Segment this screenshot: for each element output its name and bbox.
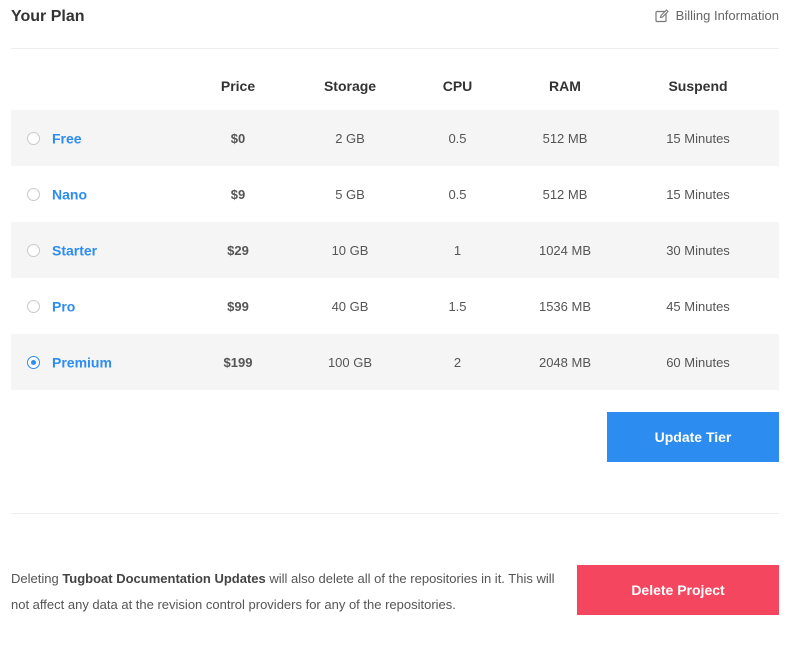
- tier-name[interactable]: Premium: [52, 354, 112, 370]
- column-header-cpu: CPU: [442, 78, 473, 94]
- cpu-cell: 2: [402, 334, 513, 390]
- delete-warning-prefix: Deleting: [11, 571, 63, 586]
- storage-cell: 5 GB: [335, 186, 365, 202]
- tier-name[interactable]: Nano: [52, 186, 87, 202]
- plan-row-starter[interactable]: Starter $29 10 GB 1 1024 MB 30 Minutes: [11, 222, 779, 278]
- ram-cell: 512 MB: [542, 186, 588, 202]
- tier-radio[interactable]: [27, 299, 40, 313]
- tier-name[interactable]: Pro: [52, 298, 75, 314]
- suspend-cell: 15 Minutes: [617, 110, 779, 166]
- billing-information-link[interactable]: Billing Information: [655, 8, 779, 23]
- billing-link-label: Billing Information: [675, 8, 779, 23]
- column-header-suspend: Suspend: [668, 78, 728, 94]
- suspend-cell: 30 Minutes: [617, 222, 779, 278]
- ram-cell: 1536 MB: [538, 298, 592, 314]
- edit-icon: [655, 8, 669, 23]
- tier-radio[interactable]: [27, 131, 40, 145]
- storage-cell: 2 GB: [298, 110, 402, 166]
- delete-warning-text: Deleting Tugboat Documentation Updates w…: [11, 566, 556, 618]
- plan-row-free[interactable]: Free $0 2 GB 0.5 512 MB 15 Minutes: [11, 110, 779, 166]
- tier-cell: Nano: [11, 166, 178, 222]
- plan-row-premium[interactable]: Premium $199 100 GB 2 2048 MB 60 Minutes: [11, 334, 779, 390]
- price-cell: $9: [230, 186, 246, 202]
- tier-cell: Premium: [11, 334, 178, 390]
- column-header-tier: [11, 62, 178, 110]
- ram-cell: 1024 MB: [513, 222, 617, 278]
- column-header-ram: RAM: [549, 78, 581, 94]
- price-cell: $199: [178, 334, 298, 390]
- column-header-storage: Storage: [323, 78, 377, 94]
- plans-table: Price Storage CPU RAM Suspend Free $0 2 GB…: [11, 62, 779, 390]
- tier-radio[interactable]: [27, 355, 40, 369]
- storage-cell: 10 GB: [298, 222, 402, 278]
- suspend-cell: 45 Minutes: [666, 298, 730, 314]
- suspend-cell: 15 Minutes: [666, 186, 730, 202]
- delete-project-button[interactable]: Delete Project: [577, 565, 779, 615]
- table-header-row: Price Storage CPU RAM Suspend: [11, 62, 779, 110]
- price-cell: $99: [227, 298, 249, 314]
- tier-cell: Free: [11, 110, 178, 166]
- tier-radio[interactable]: [27, 187, 40, 201]
- suspend-cell: 60 Minutes: [617, 334, 779, 390]
- storage-cell: 40 GB: [331, 298, 369, 314]
- cpu-cell: 1: [402, 222, 513, 278]
- cpu-cell: 1.5: [448, 298, 467, 314]
- project-name: Tugboat Documentation Updates: [62, 571, 266, 586]
- section-divider: [11, 513, 779, 514]
- plan-header: Your Plan Billing Information: [11, 0, 779, 49]
- cpu-cell: 0.5: [448, 186, 467, 202]
- tier-cell: Starter: [11, 222, 178, 278]
- plan-row-nano[interactable]: Nano $9 5 GB 0.5 512 MB 15 Minutes: [11, 166, 779, 222]
- price-cell: $0: [178, 110, 298, 166]
- ram-cell: 2048 MB: [513, 334, 617, 390]
- ram-cell: 512 MB: [513, 110, 617, 166]
- tier-name[interactable]: Free: [52, 130, 82, 146]
- update-tier-button[interactable]: Update Tier: [607, 412, 779, 462]
- plan-row-pro[interactable]: Pro $99 40 GB 1.5 1536 MB 45 Minutes: [11, 278, 779, 334]
- tier-radio[interactable]: [27, 243, 40, 257]
- cpu-cell: 0.5: [402, 110, 513, 166]
- price-cell: $29: [178, 222, 298, 278]
- tier-cell: Pro: [11, 278, 178, 334]
- column-header-price: Price: [220, 78, 256, 94]
- tier-name[interactable]: Starter: [52, 242, 97, 258]
- page-title: Your Plan: [11, 8, 85, 25]
- storage-cell: 100 GB: [298, 334, 402, 390]
